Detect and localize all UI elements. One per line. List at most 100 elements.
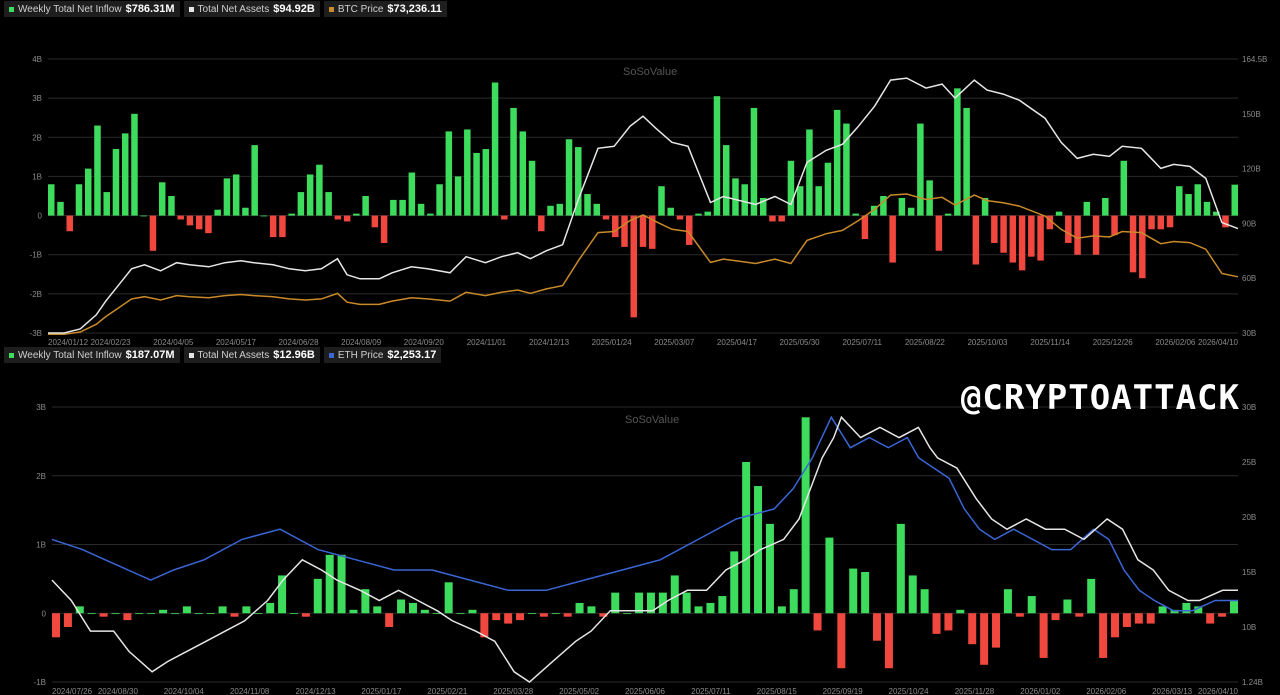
inflow-bar <box>170 613 179 615</box>
x-tick-label: 2025/03/07 <box>654 338 695 347</box>
inflow-bar <box>621 215 628 247</box>
inflow-bar <box>66 215 73 232</box>
inflow-bar <box>353 213 360 216</box>
inflow-bar <box>195 215 203 230</box>
inflow-bar <box>279 215 286 238</box>
inflow-bar <box>932 613 941 634</box>
inflow-bar <box>380 215 388 243</box>
inflow-bar <box>968 613 977 645</box>
y2-tick-label: 20B <box>1242 513 1256 522</box>
inflow-bar <box>575 602 584 614</box>
inflow-bar <box>444 582 453 614</box>
inflow-bar <box>1027 596 1036 614</box>
inflow-bar <box>789 589 798 614</box>
inflow-bar <box>468 609 477 614</box>
inflow-bar <box>1157 215 1165 230</box>
inflow-bar <box>908 575 917 614</box>
inflow-bar <box>266 602 275 614</box>
legend-inflow[interactable]: Weekly Total Net Inflow $187.07M <box>4 347 180 363</box>
inflow-bar <box>1099 613 1108 658</box>
inflow-bar <box>593 203 601 216</box>
inflow-bar <box>492 613 501 621</box>
y-tick-label: 2B <box>36 472 46 481</box>
x-tick-label: 2025/10/03 <box>967 338 1008 347</box>
inflow-bar <box>385 613 394 627</box>
inflow-bar <box>325 554 334 614</box>
inflow-bar <box>992 613 1001 648</box>
legend-assets[interactable]: Total Net Assets $94.92B <box>183 1 320 17</box>
inflow-bar <box>777 606 786 614</box>
inflow-bar <box>935 215 943 251</box>
btc-etf-chart: 4B 3B 2B 1B 0 -1B -2B -3B 164.5B 150B 120B 90B 60B 30… <box>0 45 1280 350</box>
inflow-bar <box>260 215 268 217</box>
x-tick-label: 2024/05/17 <box>216 338 257 347</box>
y-tick-label: 0 <box>42 609 47 618</box>
inflow-bar <box>1218 613 1227 617</box>
inflow-bar <box>408 602 417 614</box>
inflow-bar <box>135 613 144 615</box>
x-tick-label: 2024/08/09 <box>341 338 382 347</box>
inflow-bar <box>547 205 554 216</box>
inflow-bar <box>445 131 453 216</box>
inflow-bar <box>1176 186 1183 216</box>
inflow-bar <box>685 215 693 245</box>
inflow-bar <box>1185 194 1192 216</box>
inflow-bar <box>427 213 434 216</box>
inflow-bar <box>99 613 108 617</box>
inflow-bar <box>718 596 727 614</box>
inflow-bar <box>676 215 684 220</box>
legend-inflow[interactable]: Weekly Total Net Inflow $786.31M <box>4 1 180 17</box>
legend-assets[interactable]: Total Net Assets $12.96B <box>183 347 320 363</box>
inflow-bar <box>158 182 166 216</box>
inflow-bar <box>254 613 263 615</box>
x-tick-label: 2024/10/04 <box>164 687 205 695</box>
inflow-bar <box>1166 215 1174 228</box>
white-swatch-icon <box>188 6 194 12</box>
inflow-bar <box>1028 215 1035 257</box>
inflow-bar <box>397 599 406 614</box>
inflow-bar <box>362 196 369 216</box>
inflow-bar <box>778 215 785 222</box>
inflow-bar <box>815 186 822 216</box>
inflow-bar <box>516 613 525 621</box>
inflow-bar <box>972 215 980 265</box>
inflow-bar <box>371 215 379 228</box>
inflow-bar <box>612 215 619 238</box>
inflow-bar <box>813 613 822 631</box>
inflow-bar <box>112 149 120 216</box>
inflow-bar <box>1039 613 1048 658</box>
inflow-bar <box>1122 613 1131 627</box>
y-tick-label: -3B <box>30 329 42 338</box>
x-tick-label: 2026/04/10 <box>1198 687 1239 695</box>
x-tick-label: 2026/02/06 <box>1086 687 1127 695</box>
y-tick-label: 1B <box>36 541 46 550</box>
inflow-bar <box>1075 613 1084 617</box>
legend-btc-price[interactable]: BTC Price $73,236.11 <box>323 1 447 17</box>
y-tick-label: -2B <box>30 290 42 299</box>
x-tick-label: 2024/01/12 <box>48 338 89 347</box>
x-tick-label: 2024/02/23 <box>91 338 132 347</box>
inflow-bar <box>889 215 896 263</box>
green-swatch-icon <box>9 352 14 358</box>
inflow-bar <box>741 184 748 216</box>
legend-eth-price[interactable]: ETH Price $2,253.17 <box>323 347 442 363</box>
inflow-bar <box>695 213 702 216</box>
inflow-bar <box>147 613 156 615</box>
inflow-bar <box>920 589 929 614</box>
y-tick-label: 2B <box>32 133 42 142</box>
x-tick-label: 2026/03/13 <box>1152 687 1193 695</box>
inflow-bar <box>682 592 691 614</box>
inflow-bar <box>168 196 175 216</box>
y-tick-label: -1B <box>34 678 46 687</box>
x-tick-label: 2025/05/30 <box>780 338 821 347</box>
inflow-bar <box>898 197 906 216</box>
x-tick-label: 2025/04/17 <box>717 338 758 347</box>
eth-etf-chart: 3B 2B 1B 0 -1B 30B 25B 20B 15B 10B 1.24B 2024/07/26… <box>0 395 1280 695</box>
inflow-bar <box>306 174 314 216</box>
inflow-bar <box>1055 211 1063 216</box>
inflow-bar <box>1074 215 1081 255</box>
inflow-bar <box>349 609 358 614</box>
x-tick-label: 2024/04/05 <box>153 338 194 347</box>
y-tick-label: 4B <box>32 55 42 64</box>
inflow-bar <box>801 417 810 614</box>
